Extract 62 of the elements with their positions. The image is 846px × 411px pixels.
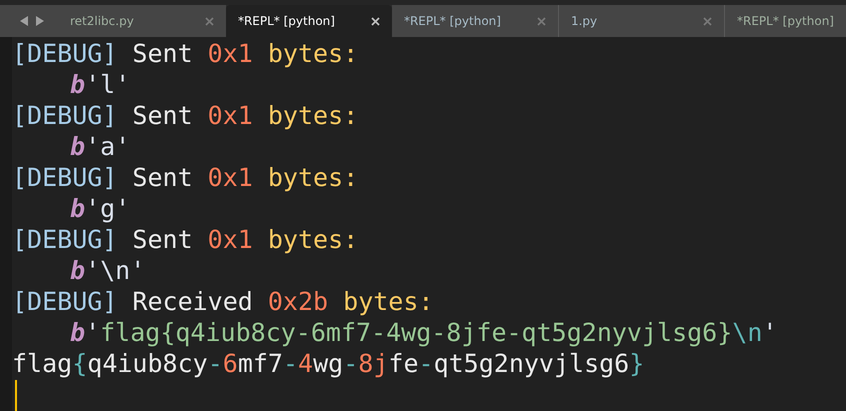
log-tag: [DEBUG] [12,163,118,192]
output-text: Received [131,287,254,316]
escape-text: } [629,349,644,378]
bytes-prefix: b [70,194,86,223]
escape-text: - [418,349,434,378]
bytes-prefix: b [70,318,86,347]
escape-text: \n [732,318,762,347]
number-text: 0x1 [208,225,253,254]
keyword-text: bytes: [266,225,358,254]
editor-tab[interactable]: *REPL* [python] [392,5,558,37]
editor-tab[interactable]: ret2libc.py [58,5,226,37]
output-text: q4iub8cy [87,349,208,378]
number-text: 0x2b [268,287,328,316]
string-quote: '\n' [85,256,146,285]
string-quote: ' [762,318,778,347]
number-text: 0x1 [208,39,253,68]
output-text: Sent [131,101,194,130]
string-quote: 'a' [85,132,130,161]
output-text: flag [12,349,72,378]
number-text: 4 [298,349,314,378]
output-text: mf7 [238,349,283,378]
tab-label: 1.py [570,14,598,28]
log-tag: [DEBUG] [12,225,118,254]
string-quote: 'g' [85,194,130,223]
output-text: Sent [131,225,194,254]
editor-tab[interactable]: *REPL* [python] [226,5,392,37]
right-arrow-icon[interactable] [35,16,44,26]
editor-tab[interactable]: *REPL* [python] [724,5,846,37]
editor-tab[interactable]: 1.py [558,5,724,37]
text-cursor [15,380,17,411]
number-text: 6 [222,349,238,378]
keyword-text: bytes: [342,287,434,316]
output-text: qt5g2nyvjlsg6 [434,349,630,378]
log-tag: [DEBUG] [12,101,118,130]
tab-label: ret2libc.py [70,14,134,28]
keyword-text: bytes: [266,163,358,192]
number-text: 8j [358,349,388,378]
output-text: Sent [131,39,194,68]
tab-label: *REPL* [python] [404,14,501,28]
escape-text: - [343,349,358,378]
close-icon[interactable] [370,16,380,26]
tab-label: *REPL* [python] [736,14,834,28]
output-text: wg [313,349,344,378]
string-quote: 'l' [85,70,130,99]
output-text: Sent [131,163,194,192]
keyword-text: bytes: [266,101,358,130]
tab-label: *REPL* [python] [238,14,335,28]
escape-text: - [282,349,298,378]
log-tag: [DEBUG] [12,39,118,68]
escape-text: { [72,349,88,378]
bytes-prefix: b [70,256,86,285]
keyword-text: bytes: [266,39,358,68]
log-tag: [DEBUG] [12,287,118,316]
bytes-prefix: b [70,70,86,99]
number-text: 0x1 [208,163,253,192]
bytes-prefix: b [70,132,86,161]
left-arrow-icon[interactable] [20,16,29,26]
output-text: fe [388,349,418,378]
string-quote: ' [85,318,100,347]
number-text: 0x1 [208,101,253,130]
string-text: flag{q4iub8cy-6mf7-4wg-8jfe-qt5g2nyvjlsg6} [100,318,732,347]
escape-text: - [208,349,223,378]
